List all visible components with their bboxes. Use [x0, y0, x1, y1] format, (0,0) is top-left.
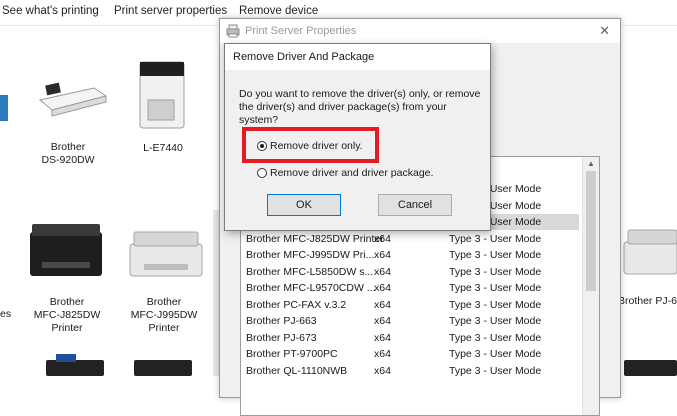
- radio-label[interactable]: Remove driver and driver package.: [270, 167, 433, 179]
- device-label-line1: L-E7440: [143, 142, 183, 154]
- device-label-line3: Printer: [51, 322, 83, 334]
- bottom-device-art: [46, 354, 104, 376]
- ok-button[interactable]: OK: [267, 194, 341, 216]
- bottom-device-art: [624, 360, 677, 376]
- printer-icon: [129, 231, 203, 277]
- driver-env-cell: x64: [374, 249, 391, 261]
- driver-env-cell: x64: [374, 364, 391, 377]
- driver-row[interactable]: Brother PC-FAX v.3.2 x64 Type 3 - User Mod…: [241, 297, 579, 313]
- driver-name-cell: Brother QL-1110NWB: [246, 364, 348, 377]
- device-label-line1: Brother: [50, 141, 86, 153]
- print-server-properties-button[interactable]: Print server properties: [114, 5, 227, 17]
- device-brother-pj[interactable]: Brother PJ-67: [614, 220, 677, 320]
- driver-name-cell: Brother MFC-J825DW Printer: [246, 232, 384, 245]
- dialog-titlebar: Remove Driver And Package: [225, 44, 490, 70]
- driver-row[interactable]: Brother PJ-673 x64 Type 3 - User Mode: [241, 330, 579, 346]
- driver-row[interactable]: Brother PJ-663 x64 Type 3 - User Mode: [241, 313, 579, 329]
- device-mfc-j825dw[interactable]: Brother MFC-J825DW Printer: [22, 218, 112, 338]
- driver-env-cell: x64: [374, 348, 391, 360]
- driver-type-cell: Type 3 - User Mode: [449, 232, 542, 245]
- driver-type-cell: Type 3 - User Mode: [449, 282, 542, 294]
- device-label-line1: Brother PJ-67: [618, 295, 677, 307]
- bottom-device-art: [134, 360, 192, 376]
- driver-type-cell: Type 3 - User Mode: [449, 331, 542, 344]
- device-partial-left-label: es: [0, 295, 11, 320]
- scanner-icon: [38, 82, 108, 117]
- driver-name-cell: Brother PC-FAX v.3.2: [246, 298, 347, 311]
- driver-row[interactable]: Brother MFC-L5850DW s... x64 Type 3 - User…: [241, 264, 579, 280]
- driver-row[interactable]: Brother PT-9700PC x64 Type 3 - User Mode: [241, 346, 579, 362]
- driver-row[interactable]: Brother QL-1110NWB x64 Type 3 - User Mode: [241, 363, 579, 379]
- radio-unselected-icon[interactable]: [257, 168, 267, 178]
- cancel-button[interactable]: Cancel: [378, 194, 452, 216]
- driver-type-cell: Type 3 - User Mode: [449, 364, 542, 377]
- device-partial-left[interactable]: [0, 85, 8, 145]
- device-label-line1: Brother: [49, 296, 85, 308]
- see-whats-printing-button[interactable]: See what's printing: [2, 5, 99, 17]
- dialog-question: Do you want to remove the driver(s) only…: [239, 88, 481, 126]
- driver-env-cell: x64: [374, 298, 391, 311]
- remove-driver-dialog: Remove Driver And Package Do you want to…: [224, 43, 491, 231]
- printer-icon: [226, 24, 240, 38]
- driver-name-cell: Brother PJ-663: [246, 315, 317, 327]
- driver-row[interactable]: Brother MFC-J825DW Printer x64 Type 3 - Us…: [241, 231, 579, 247]
- device-label-line1: es: [0, 308, 12, 320]
- driver-env-cell: x64: [374, 331, 391, 344]
- driver-env-cell: x64: [374, 315, 391, 327]
- driver-name-cell: Brother MFC-L5850DW s...: [246, 265, 374, 278]
- psp-title: Print Server Properties: [245, 25, 357, 37]
- psp-titlebar: Print Server Properties ✕: [220, 19, 620, 43]
- driver-env-cell: x64: [374, 265, 391, 278]
- driver-row[interactable]: Brother MFC-L9570CDW ... x64 Type 3 - User…: [241, 280, 579, 296]
- device-le7440[interactable]: L-E7440: [120, 58, 206, 158]
- device-art: [0, 95, 8, 121]
- driver-row[interactable]: Brother MFC-J995DW Pri... x64 Type 3 - Use…: [241, 247, 579, 263]
- device-label-line3: Printer: [148, 322, 180, 334]
- driver-env-cell: x64: [374, 282, 391, 294]
- device-mfc-j995dw[interactable]: Brother MFC-J995DW Printer: [120, 218, 208, 338]
- label-printer-icon: [139, 61, 185, 129]
- driver-name-cell: Brother MFC-L9570CDW ...: [246, 282, 376, 294]
- device-label-line2: MFC-J995DW: [130, 309, 198, 321]
- driver-list-scrollbar[interactable]: ▲: [582, 157, 599, 415]
- driver-name-cell: Brother PJ-673: [246, 331, 317, 344]
- device-label-line2: MFC-J825DW: [33, 309, 101, 321]
- device-label-line1: Brother: [146, 296, 182, 308]
- printer-icon: [30, 224, 102, 276]
- driver-type-cell: Type 3 - User Mode: [449, 265, 542, 278]
- remove-device-button[interactable]: Remove device: [239, 5, 318, 17]
- driver-type-cell: Type 3 - User Mode: [449, 315, 542, 327]
- driver-name-cell: Brother MFC-J995DW Pri...: [246, 249, 375, 261]
- driver-type-cell: Type 3 - User Mode: [449, 249, 542, 261]
- driver-type-cell: Type 3 - User Mode: [449, 348, 542, 360]
- driver-env-cell: x64: [374, 232, 391, 245]
- dialog-title: Remove Driver And Package: [233, 51, 375, 63]
- scroll-thumb[interactable]: [586, 171, 596, 291]
- device-ds920dw[interactable]: Brother DS-920DW: [28, 68, 108, 168]
- device-label-line2: DS-920DW: [41, 154, 95, 166]
- driver-name-cell: Brother PT-9700PC: [246, 348, 338, 360]
- highlight-annotation-box: [242, 127, 379, 163]
- printer-icon: [623, 229, 677, 275]
- close-icon[interactable]: ✕: [599, 23, 610, 39]
- scroll-up-icon[interactable]: ▲: [587, 159, 595, 168]
- driver-type-cell: Type 3 - User Mode: [449, 298, 542, 311]
